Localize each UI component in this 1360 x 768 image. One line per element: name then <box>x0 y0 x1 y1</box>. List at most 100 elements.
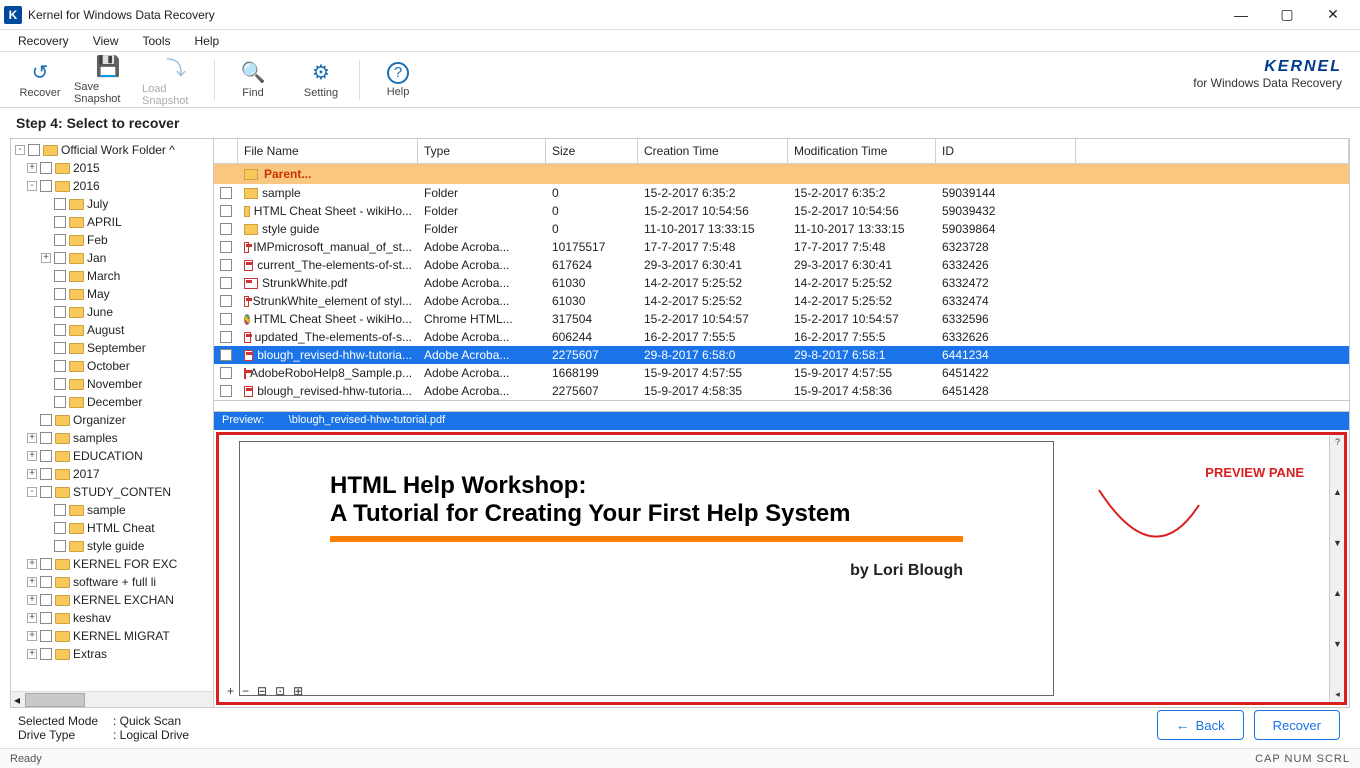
table-row[interactable]: IMPmicrosoft_manual_of_st... Adobe Acrob… <box>214 238 1349 256</box>
checkbox[interactable] <box>40 450 52 462</box>
checkbox[interactable] <box>40 558 52 570</box>
menu-help[interactable]: Help <box>185 32 230 50</box>
column-filename[interactable]: File Name <box>238 139 418 163</box>
zoom-in-icon[interactable]: + <box>227 684 234 698</box>
expand-icon[interactable] <box>41 397 51 407</box>
expand-icon[interactable]: + <box>27 613 37 623</box>
expand-icon[interactable]: - <box>15 145 25 155</box>
checkbox[interactable] <box>54 324 66 336</box>
column-size[interactable]: Size <box>546 139 638 163</box>
tree-node[interactable]: +Jan <box>15 249 213 267</box>
table-row[interactable]: blough_revised-hhw-tutoria... Adobe Acro… <box>214 346 1349 364</box>
checkbox[interactable] <box>40 414 52 426</box>
menu-tools[interactable]: Tools <box>132 32 180 50</box>
checkbox[interactable] <box>40 630 52 642</box>
expand-icon[interactable]: - <box>27 181 37 191</box>
expand-icon[interactable]: + <box>27 469 37 479</box>
checkbox[interactable] <box>54 378 66 390</box>
expand-icon[interactable]: + <box>27 577 37 587</box>
row-checkbox[interactable] <box>220 187 232 199</box>
tree-node[interactable]: June <box>15 303 213 321</box>
checkbox[interactable] <box>54 540 66 552</box>
expand-icon[interactable] <box>41 289 51 299</box>
preview-toolbar[interactable]: +−⊟ ⊡ ⊞ <box>227 684 303 698</box>
checkbox[interactable] <box>54 198 66 210</box>
tree-node[interactable]: -STUDY_CONTEN <box>15 483 213 501</box>
expand-icon[interactable] <box>27 415 37 425</box>
checkbox[interactable] <box>40 432 52 444</box>
tree-node[interactable]: APRIL <box>15 213 213 231</box>
checkbox[interactable] <box>40 612 52 624</box>
expand-icon[interactable]: + <box>27 163 37 173</box>
tree-node[interactable]: +KERNEL FOR EXC <box>15 555 213 573</box>
expand-icon[interactable]: + <box>27 433 37 443</box>
table-row[interactable]: AdobeRoboHelp8_Sample.p... Adobe Acroba.… <box>214 364 1349 382</box>
tree-node[interactable]: August <box>15 321 213 339</box>
expand-icon[interactable] <box>41 343 51 353</box>
tree-node[interactable]: Organizer <box>15 411 213 429</box>
expand-icon[interactable] <box>41 235 51 245</box>
expand-icon[interactable] <box>41 199 51 209</box>
back-button[interactable]: ←Back <box>1157 710 1244 740</box>
toolbar-save-snapshot[interactable]: 💾Save Snapshot <box>74 54 142 106</box>
expand-icon[interactable]: + <box>27 595 37 605</box>
tree-node[interactable]: -2016 <box>15 177 213 195</box>
zoom-out-icon[interactable]: − <box>242 684 249 698</box>
row-checkbox[interactable] <box>220 331 232 343</box>
row-checkbox[interactable] <box>220 259 232 271</box>
column-type[interactable]: Type <box>418 139 546 163</box>
expand-icon[interactable]: + <box>27 631 37 641</box>
maximize-button[interactable]: ▢ <box>1264 1 1310 29</box>
tree-node[interactable]: sample <box>15 501 213 519</box>
tree-node[interactable]: November <box>15 375 213 393</box>
tree-node[interactable]: Feb <box>15 231 213 249</box>
column-creation[interactable]: Creation Time <box>638 139 788 163</box>
checkbox[interactable] <box>40 180 52 192</box>
checkbox[interactable] <box>54 342 66 354</box>
expand-icon[interactable]: + <box>27 451 37 461</box>
toolbar-setting[interactable]: ⚙Setting <box>287 54 355 106</box>
tree-node[interactable]: July <box>15 195 213 213</box>
tree-node[interactable]: October <box>15 357 213 375</box>
checkbox[interactable] <box>40 162 52 174</box>
checkbox[interactable] <box>54 396 66 408</box>
expand-icon[interactable] <box>41 379 51 389</box>
table-row[interactable]: HTML Cheat Sheet - wikiHo... Chrome HTML… <box>214 310 1349 328</box>
minimize-button[interactable]: — <box>1218 1 1264 29</box>
expand-icon[interactable] <box>41 271 51 281</box>
toolbar-find[interactable]: 🔍Find <box>219 54 287 106</box>
tree-node[interactable]: May <box>15 285 213 303</box>
checkbox[interactable] <box>28 144 40 156</box>
recover-button[interactable]: Recover <box>1254 710 1340 740</box>
tree-node[interactable]: +samples <box>15 429 213 447</box>
table-row[interactable]: HTML Cheat Sheet - wikiHo... Folder 0 15… <box>214 202 1349 220</box>
tree-node[interactable]: HTML Cheat <box>15 519 213 537</box>
row-checkbox[interactable] <box>220 313 232 325</box>
expand-icon[interactable] <box>41 361 51 371</box>
menu-recovery[interactable]: Recovery <box>8 32 79 50</box>
expand-icon[interactable]: + <box>27 559 37 569</box>
checkbox[interactable] <box>54 252 66 264</box>
checkbox[interactable] <box>54 270 66 282</box>
tree-node[interactable]: +EDUCATION <box>15 447 213 465</box>
tree-node[interactable]: +Extras <box>15 645 213 663</box>
checkbox[interactable] <box>40 594 52 606</box>
checkbox[interactable] <box>40 486 52 498</box>
toolbar-help[interactable]: ?Help <box>364 54 432 106</box>
fit-page-icon[interactable]: ⊡ <box>275 684 285 698</box>
tree-node[interactable]: style guide <box>15 537 213 555</box>
row-checkbox[interactable] <box>220 295 232 307</box>
checkbox[interactable] <box>54 360 66 372</box>
checkbox[interactable] <box>40 576 52 588</box>
expand-icon[interactable]: - <box>27 487 37 497</box>
expand-icon[interactable] <box>41 505 51 515</box>
fit-width-icon[interactable]: ⊟ <box>257 684 267 698</box>
grid-icon[interactable]: ⊞ <box>293 684 303 698</box>
expand-icon[interactable] <box>41 541 51 551</box>
row-checkbox[interactable] <box>220 385 232 397</box>
tree-node[interactable]: December <box>15 393 213 411</box>
table-row[interactable]: blough_revised-hhw-tutoria... Adobe Acro… <box>214 382 1349 400</box>
checkbox[interactable] <box>40 648 52 660</box>
tree-node[interactable]: September <box>15 339 213 357</box>
checkbox[interactable] <box>54 288 66 300</box>
